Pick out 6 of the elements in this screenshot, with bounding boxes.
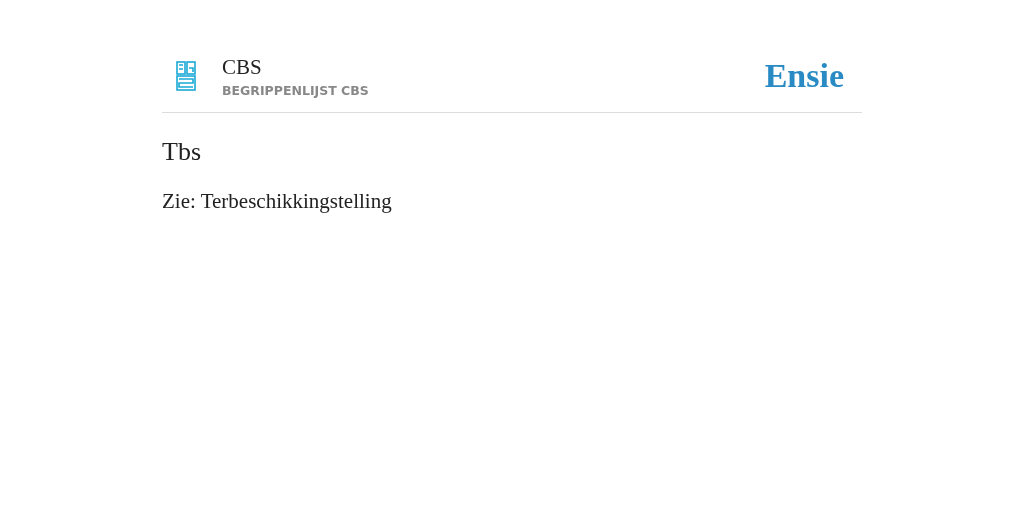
brand-link[interactable]: Ensie xyxy=(764,57,844,95)
logo-icon xyxy=(176,61,196,91)
site-subtitle: BEGRIPPENLIJST CBS xyxy=(222,82,370,98)
term-heading: Tbs xyxy=(162,137,202,167)
definition-text: Zie: Terbeschikkingstelling xyxy=(162,189,393,214)
site-title: CBS xyxy=(222,54,263,79)
